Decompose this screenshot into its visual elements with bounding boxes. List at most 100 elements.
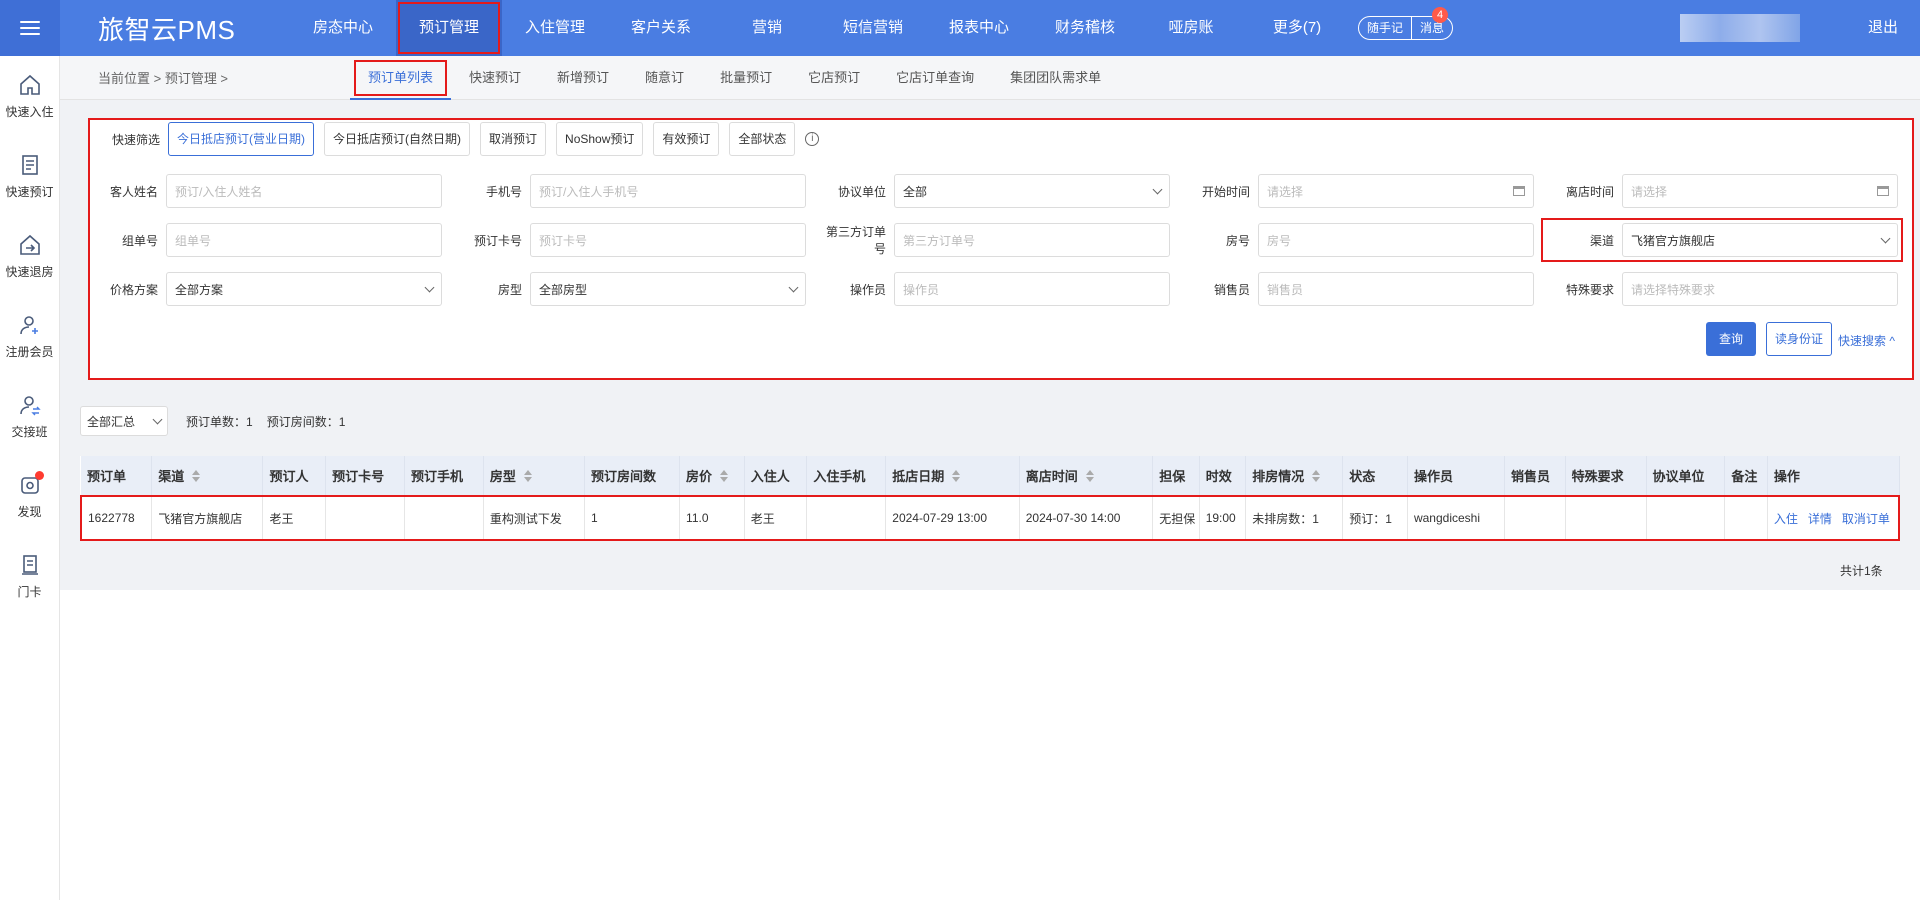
sort-icon[interactable] <box>192 470 201 482</box>
room-no-field: 房号 房号 <box>1182 223 1534 257</box>
checkin-link[interactable]: 入住 <box>1774 512 1798 526</box>
tab-other-store-query[interactable]: 它店订单查询 <box>878 56 992 100</box>
sort-icon[interactable] <box>720 470 729 482</box>
phone-label: 手机号 <box>485 184 522 199</box>
nav-checkin[interactable]: 入住管理 <box>502 0 608 56</box>
start-time-picker[interactable]: 请选择 <box>1258 174 1534 208</box>
tab-other-store-booking[interactable]: 它店预订 <box>790 56 878 100</box>
menu-icon <box>20 17 40 39</box>
col-header[interactable]: 渠道 <box>151 456 264 497</box>
main-nav: 房态中心 预订管理 入住管理 客户关系 营销 短信营销 报表中心 财务稽核 哑房… <box>290 0 1350 56</box>
document-icon <box>21 154 38 175</box>
menu-toggle-button[interactable] <box>0 0 60 56</box>
sidebar-shift-handover[interactable]: 交接班 <box>0 376 59 456</box>
qf-cancelled[interactable]: 取消预订 <box>480 122 547 156</box>
col-header: 预订手机 <box>404 456 484 497</box>
nav-crm[interactable]: 客户关系 <box>608 0 714 56</box>
agreement-label: 协议单位 <box>837 184 886 199</box>
sort-icon[interactable] <box>523 470 532 482</box>
channel-select[interactable]: 飞猪官方旗舰店 <box>1622 223 1898 257</box>
nav-dummy-account[interactable]: 哑房账 <box>1138 0 1244 56</box>
group-no-input[interactable]: 组单号 <box>166 223 442 257</box>
query-button[interactable]: 查询 <box>1706 322 1756 356</box>
qf-today-business[interactable]: 今日抵店预订(营业日期) <box>168 122 315 156</box>
tab-batch-booking[interactable]: 批量预订 <box>702 56 790 100</box>
tab-free-booking[interactable]: 随意订 <box>627 56 702 100</box>
col-header[interactable]: 离店时间 <box>1019 456 1154 497</box>
qf-valid[interactable]: 有效预订 <box>653 122 720 156</box>
quick-search-toggle[interactable]: 快速搜索 ^ <box>1838 332 1895 349</box>
tab-group-demand[interactable]: 集团团队需求单 <box>992 56 1119 100</box>
operator-input[interactable]: 操作员 <box>894 272 1170 306</box>
logout-link[interactable]: 退出 <box>1868 0 1898 56</box>
nav-marketing[interactable]: 营销 <box>714 0 820 56</box>
cell-channel: 飞猪官方旗舰店 <box>151 495 264 541</box>
table-row[interactable]: 1622778 飞猪官方旗舰店 老王 重构测试下发 1 11.0 老王 2024… <box>80 495 1900 541</box>
room-no-input[interactable]: 房号 <box>1258 223 1534 257</box>
col-header[interactable]: 房价 <box>679 456 745 497</box>
special-select[interactable]: 请选择特殊要求 <box>1622 272 1898 306</box>
col-header: 销售员 <box>1504 456 1566 497</box>
sidebar-quick-booking[interactable]: 快速预订 <box>0 136 59 216</box>
nav-reports[interactable]: 报表中心 <box>926 0 1032 56</box>
sidebar-label: 发现 <box>17 504 42 519</box>
phone-input[interactable]: 预订/入住人手机号 <box>530 174 806 208</box>
sales-input[interactable]: 销售员 <box>1258 272 1534 306</box>
nav-sms[interactable]: 短信营销 <box>820 0 926 56</box>
cancel-order-link[interactable]: 取消订单 <box>1842 512 1890 526</box>
nav-finance[interactable]: 财务稽核 <box>1032 0 1138 56</box>
read-id-button[interactable]: 读身份证 <box>1766 322 1832 356</box>
notes-button[interactable]: 随手记 <box>1359 17 1411 39</box>
agreement-select[interactable]: 全部 <box>894 174 1170 208</box>
sidebar-door-card[interactable]: 门卡 <box>0 536 59 616</box>
price-plan-select[interactable]: 全部方案 <box>166 272 442 306</box>
filter-panel: 快速筛选 今日抵店预订(营业日期) 今日抵店预订(自然日期) 取消预订 NoSh… <box>88 118 1914 380</box>
nav-room-status[interactable]: 房态中心 <box>290 0 396 56</box>
placeholder: 预订/入住人姓名 <box>175 184 263 199</box>
leave-time-picker[interactable]: 请选择 <box>1622 174 1898 208</box>
phone-field: 手机号 预订/入住人手机号 <box>454 174 806 208</box>
tab-booking-list[interactable]: 预订单列表 <box>350 56 452 100</box>
col-header: 预订人 <box>262 456 327 497</box>
sort-icon[interactable] <box>1085 470 1094 482</box>
qf-today-natural[interactable]: 今日抵店预订(自然日期) <box>324 122 471 156</box>
info-icon[interactable]: i <box>805 132 820 146</box>
group-no-label: 组单号 <box>121 233 158 248</box>
tab-new-booking[interactable]: 新增预订 <box>539 56 627 100</box>
cell-leave: 2024-07-30 14:00 <box>1019 495 1154 541</box>
card-no-input[interactable]: 预订卡号 <box>530 223 806 257</box>
sidebar-quick-checkout[interactable]: 快速退房 <box>0 216 59 296</box>
cell-rooms: 1 <box>584 495 681 541</box>
calendar-icon <box>1877 186 1889 196</box>
cell-operator: wangdiceshi <box>1407 495 1506 541</box>
qf-all-status[interactable]: 全部状态 <box>729 122 796 156</box>
summary-select[interactable]: 全部汇总 <box>80 406 168 436</box>
col-header[interactable]: 抵店日期 <box>885 456 1020 497</box>
col-header[interactable]: 房型 <box>483 456 586 497</box>
nav-more[interactable]: 更多(7) <box>1244 0 1350 56</box>
third-order-input[interactable]: 第三方订单号 <box>894 223 1170 257</box>
guest-name-input[interactable]: 预订/入住人姓名 <box>166 174 442 208</box>
cell-sales <box>1504 495 1566 541</box>
nav-reservation[interactable]: 预订管理 <box>396 0 502 56</box>
placeholder: 预订/入住人手机号 <box>539 184 639 199</box>
col-header: 操作员 <box>1407 456 1506 497</box>
sidebar-label: 注册会员 <box>5 344 54 359</box>
cell-special <box>1565 495 1647 541</box>
tab-quick-booking[interactable]: 快速预订 <box>451 56 539 100</box>
agreement-field: 协议单位 全部 <box>818 174 1170 208</box>
sidebar-discover[interactable]: 发现 <box>0 456 59 536</box>
qf-noshow[interactable]: NoShow预订 <box>556 122 644 156</box>
col-header[interactable]: 排房情况 <box>1245 456 1344 497</box>
room-type-select[interactable]: 全部房型 <box>530 272 806 306</box>
detail-link[interactable]: 详情 <box>1808 512 1832 526</box>
cell-ops: 入住 详情 取消订单 <box>1767 495 1900 541</box>
col-header-label: 渠道 <box>158 469 185 484</box>
sidebar-quick-checkin[interactable]: 快速入住 <box>0 56 59 136</box>
sort-icon[interactable] <box>952 470 961 482</box>
chevron-down-icon <box>1880 233 1891 243</box>
sort-icon[interactable] <box>1312 470 1321 482</box>
card-icon <box>21 554 38 575</box>
home-icon <box>19 74 40 95</box>
sidebar-register-member[interactable]: 注册会员 <box>0 296 59 376</box>
